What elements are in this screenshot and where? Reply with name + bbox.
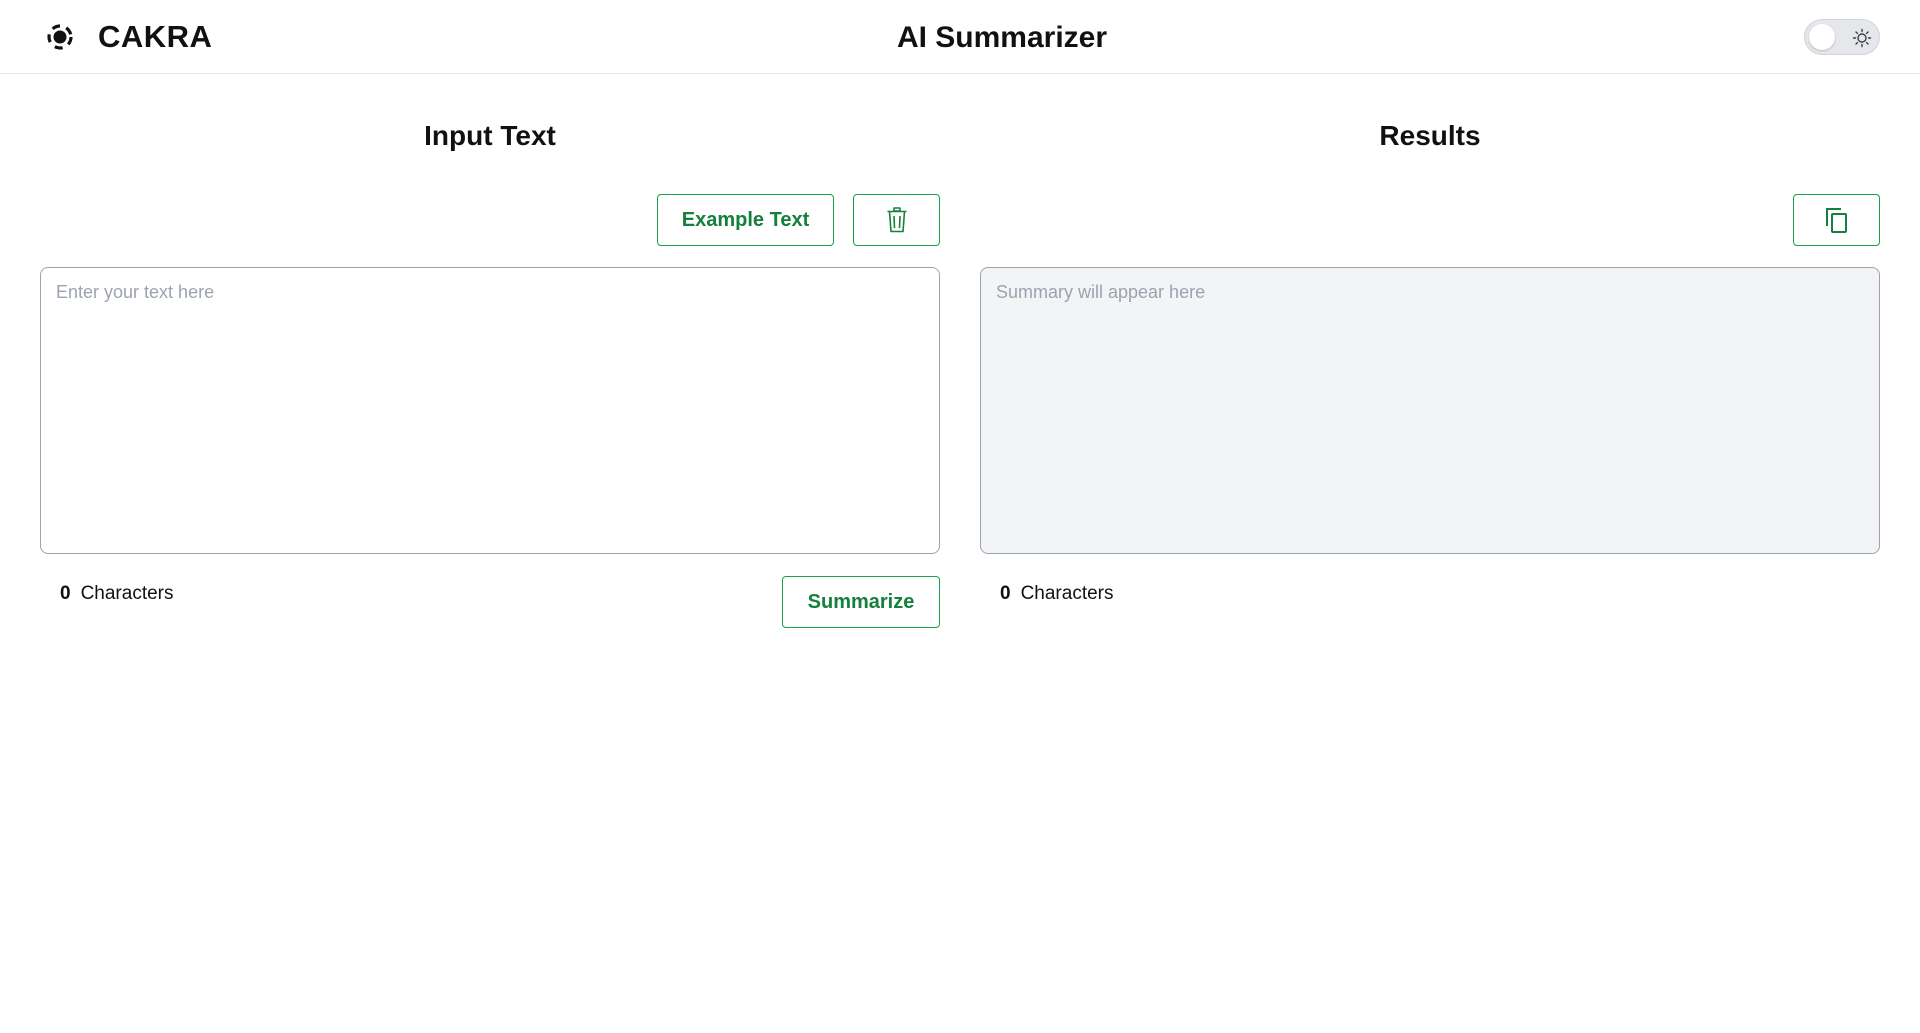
results-panel-title: Results	[1379, 120, 1481, 151]
input-char-count-value: 0	[60, 583, 71, 604]
clear-button[interactable]	[853, 194, 940, 246]
input-textarea[interactable]	[40, 267, 940, 554]
trash-icon	[887, 207, 906, 233]
summary-output[interactable]	[980, 267, 1880, 554]
theme-toggle[interactable]	[1804, 19, 1880, 55]
input-panel-title: Input Text	[424, 120, 556, 151]
toggle-knob	[1809, 24, 1835, 50]
sun-icon	[1852, 28, 1872, 48]
input-char-count: 0 Characters	[60, 580, 174, 608]
app-header: CAKRA AI Summarizer	[0, 0, 1920, 74]
copy-button[interactable]	[1793, 194, 1880, 246]
example-text-button[interactable]: Example Text	[657, 194, 834, 246]
app-title: AI Summarizer	[896, 21, 1108, 54]
copy-icon	[1825, 208, 1847, 233]
input-char-count-label: Characters	[80, 583, 174, 604]
output-char-count-label: Characters	[1020, 583, 1114, 604]
output-char-count-value: 0	[1000, 583, 1011, 604]
output-char-count: 0 Characters	[1000, 580, 1114, 608]
summarize-button[interactable]: Summarize	[782, 576, 940, 628]
